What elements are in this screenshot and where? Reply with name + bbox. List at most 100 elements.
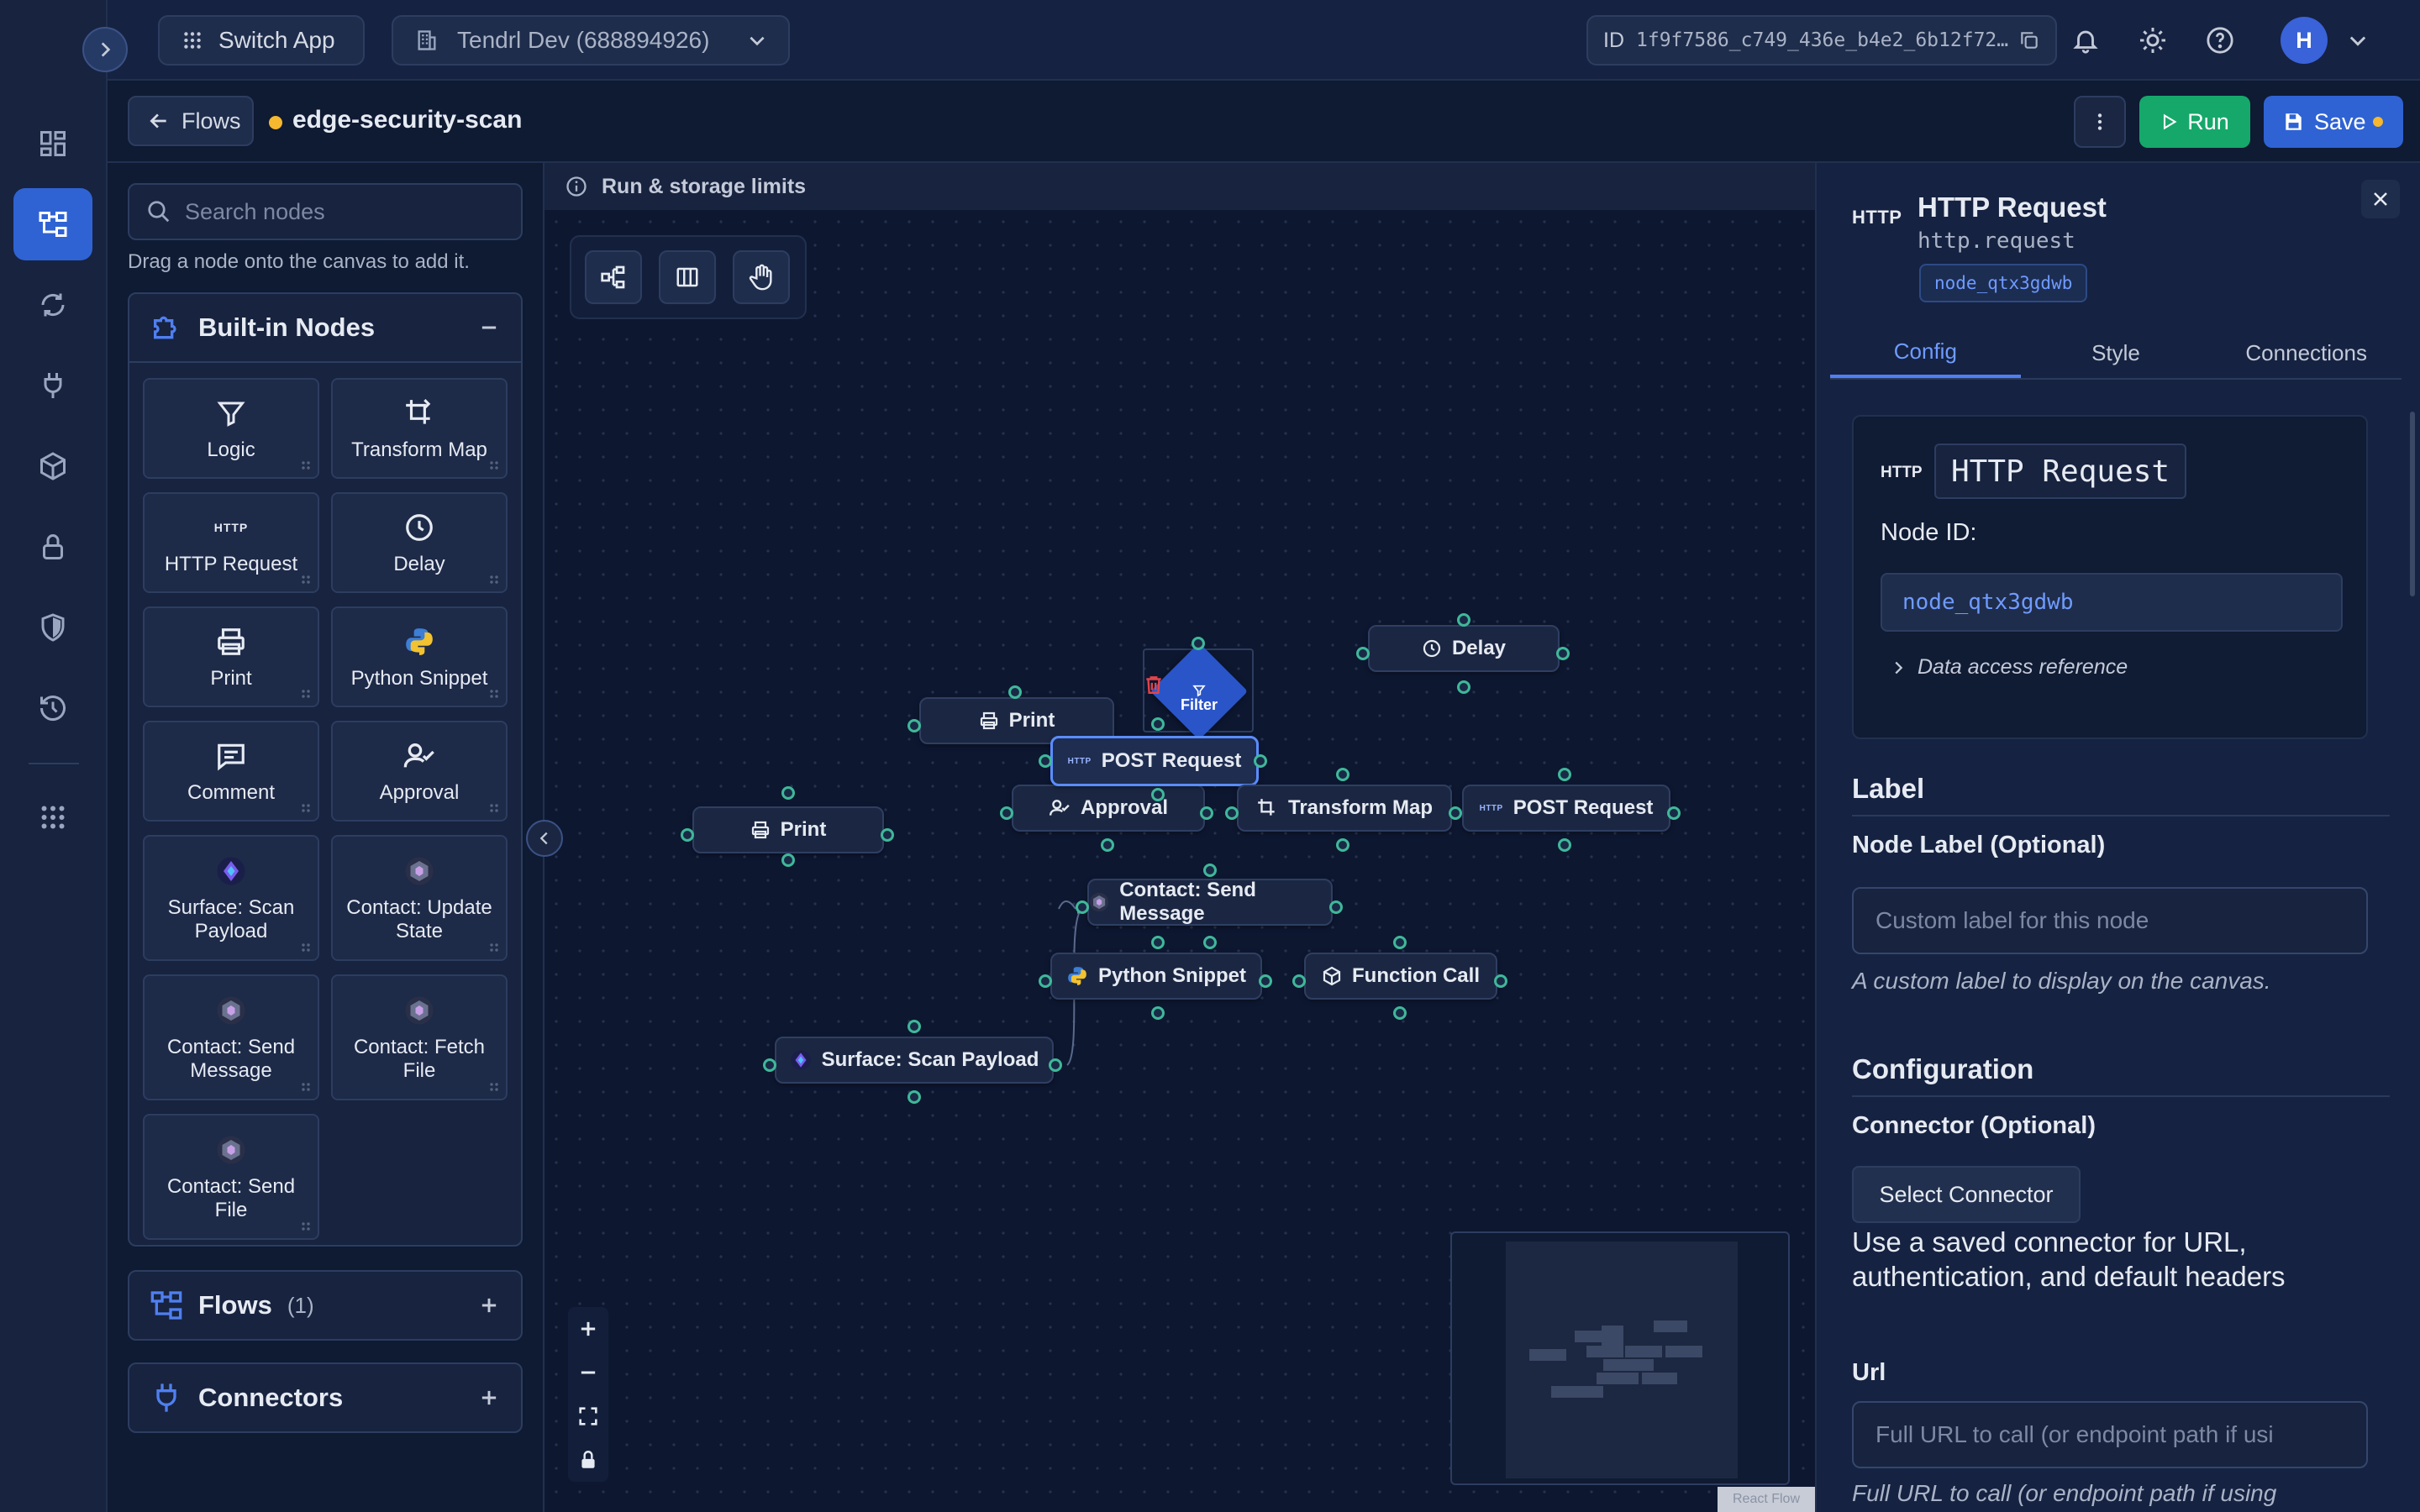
avatar[interactable]: H [2281,17,2328,64]
org-select[interactable]: Tendrl Dev (688894926) [392,15,790,66]
drag-grip-icon[interactable] [489,575,499,585]
node-handle[interactable] [1049,1058,1062,1072]
node-handle[interactable] [1192,637,1205,650]
drag-grip-icon[interactable] [301,460,311,470]
switch-app-button[interactable]: Switch App [158,15,365,66]
node-handle[interactable] [1203,936,1217,949]
flows-section[interactable]: Flows (1) [128,1270,523,1341]
builtin-nodes-header[interactable]: Built-in Nodes [129,294,521,361]
node-tile-logic[interactable]: Logic [143,378,319,479]
tab-config[interactable]: Config [1830,328,2021,378]
tab-style[interactable]: Style [2021,328,2212,378]
node-id-chip[interactable]: node_qtx3gdwb [1919,264,2088,302]
url-input[interactable]: Full URL to call (or endpoint path if us… [1852,1401,2368,1468]
drag-grip-icon[interactable] [489,1082,499,1092]
drag-grip-icon[interactable] [489,803,499,813]
node-handle[interactable] [1259,974,1272,988]
node-handle[interactable] [1076,900,1089,914]
zoom-in-button[interactable] [568,1307,608,1351]
node-handle[interactable] [1457,613,1470,627]
account-menu-button[interactable] [2338,20,2378,60]
save-button[interactable]: Save [2264,96,2403,148]
node-handle[interactable] [1151,1006,1165,1020]
node-tile-http-request[interactable]: HTTP HTTP Request [143,492,319,593]
node-handle[interactable] [781,786,795,800]
node-handle[interactable] [1039,754,1052,768]
connectors-section[interactable]: Connectors [128,1362,523,1433]
node-label-input[interactable]: Custom label for this node [1852,887,2368,954]
node-handle[interactable] [1151,717,1165,731]
node-handle[interactable] [1200,806,1213,820]
drag-grip-icon[interactable] [301,575,311,585]
node-handle[interactable] [1558,838,1571,852]
node-handle[interactable] [1336,768,1349,781]
node-handle[interactable] [1151,788,1165,801]
dashboard-nav-button[interactable] [13,108,92,180]
node-handle[interactable] [1039,974,1052,988]
help-button[interactable] [2200,20,2240,60]
expand-rail-button[interactable] [82,27,128,72]
canvas-node-post-request-selected[interactable]: HTTP POST Request [1050,736,1259,786]
node-handle[interactable] [681,828,694,842]
node-handle[interactable] [1329,900,1343,914]
tab-connections[interactable]: Connections [2211,328,2402,378]
sync-nav-button[interactable] [13,269,92,341]
close-panel-button[interactable] [2361,180,2400,218]
drag-grip-icon[interactable] [301,1221,311,1231]
node-tile-contact-update-state[interactable]: Contact: Update State [331,835,508,961]
canvas-node-approval[interactable]: Approval [1012,785,1205,832]
canvas-node-print[interactable]: Print [692,806,884,853]
run-button[interactable]: Run [2139,96,2250,148]
back-to-flows-button[interactable]: Flows [128,96,254,146]
add-icon[interactable] [477,1386,501,1410]
node-tile-contact-send-message[interactable]: Contact: Send Message [143,974,319,1100]
node-handle[interactable] [781,853,795,867]
node-handle[interactable] [1101,838,1114,852]
connectors-nav-button[interactable] [13,349,92,422]
drag-grip-icon[interactable] [301,1082,311,1092]
node-handle[interactable] [1556,647,1570,660]
connectors-header[interactable]: Connectors [129,1364,521,1431]
canvas-node-transform-map[interactable]: Transform Map [1237,785,1452,832]
node-handle[interactable] [1151,936,1165,949]
react-flow-attribution[interactable]: React Flow [1718,1487,1815,1512]
node-handle[interactable] [908,1020,921,1033]
delete-node-button[interactable] [1143,674,1165,696]
flows-nav-button[interactable] [13,188,92,260]
node-handle[interactable] [881,828,894,842]
collapse-icon[interactable] [477,316,501,339]
theme-toggle-button[interactable] [2133,20,2173,60]
drag-grip-icon[interactable] [489,689,499,699]
node-handle[interactable] [1292,974,1306,988]
node-handle[interactable] [1494,974,1507,988]
fit-view-button[interactable] [568,1394,608,1438]
drag-grip-icon[interactable] [489,460,499,470]
add-icon[interactable] [477,1294,501,1317]
node-handle[interactable] [1336,838,1349,852]
minimap[interactable] [1450,1231,1790,1485]
flows-header[interactable]: Flows (1) [129,1272,521,1339]
node-tile-comment[interactable]: Comment [143,721,319,822]
search-input[interactable]: Search nodes [128,183,523,240]
node-handle[interactable] [1203,864,1217,877]
drag-grip-icon[interactable] [301,942,311,953]
node-handle[interactable] [1225,806,1239,820]
secrets-nav-button[interactable] [13,511,92,583]
canvas-node-function-call[interactable]: Function Call [1304,953,1497,1000]
canvas-node-contact-send-message[interactable]: Contact: Send Message [1087,879,1333,926]
node-handle[interactable] [1457,680,1470,694]
node-handle[interactable] [1000,806,1013,820]
node-handle[interactable] [1254,754,1267,768]
node-handle[interactable] [1558,768,1571,781]
lock-canvas-button[interactable] [568,1438,608,1482]
drag-grip-icon[interactable] [301,689,311,699]
node-tile-approval[interactable]: Approval [331,721,508,822]
packages-nav-button[interactable] [13,430,92,502]
node-tile-surface-scan-payload[interactable]: Surface: Scan Payload [143,835,319,961]
node-handle[interactable] [1667,806,1681,820]
node-tile-delay[interactable]: Delay [331,492,508,593]
canvas-node-delay[interactable]: Delay [1368,625,1560,672]
select-connector-button[interactable]: Select Connector [1852,1166,2081,1223]
drag-grip-icon[interactable] [489,942,499,953]
canvas-node-post-request[interactable]: HTTP POST Request [1462,785,1670,832]
